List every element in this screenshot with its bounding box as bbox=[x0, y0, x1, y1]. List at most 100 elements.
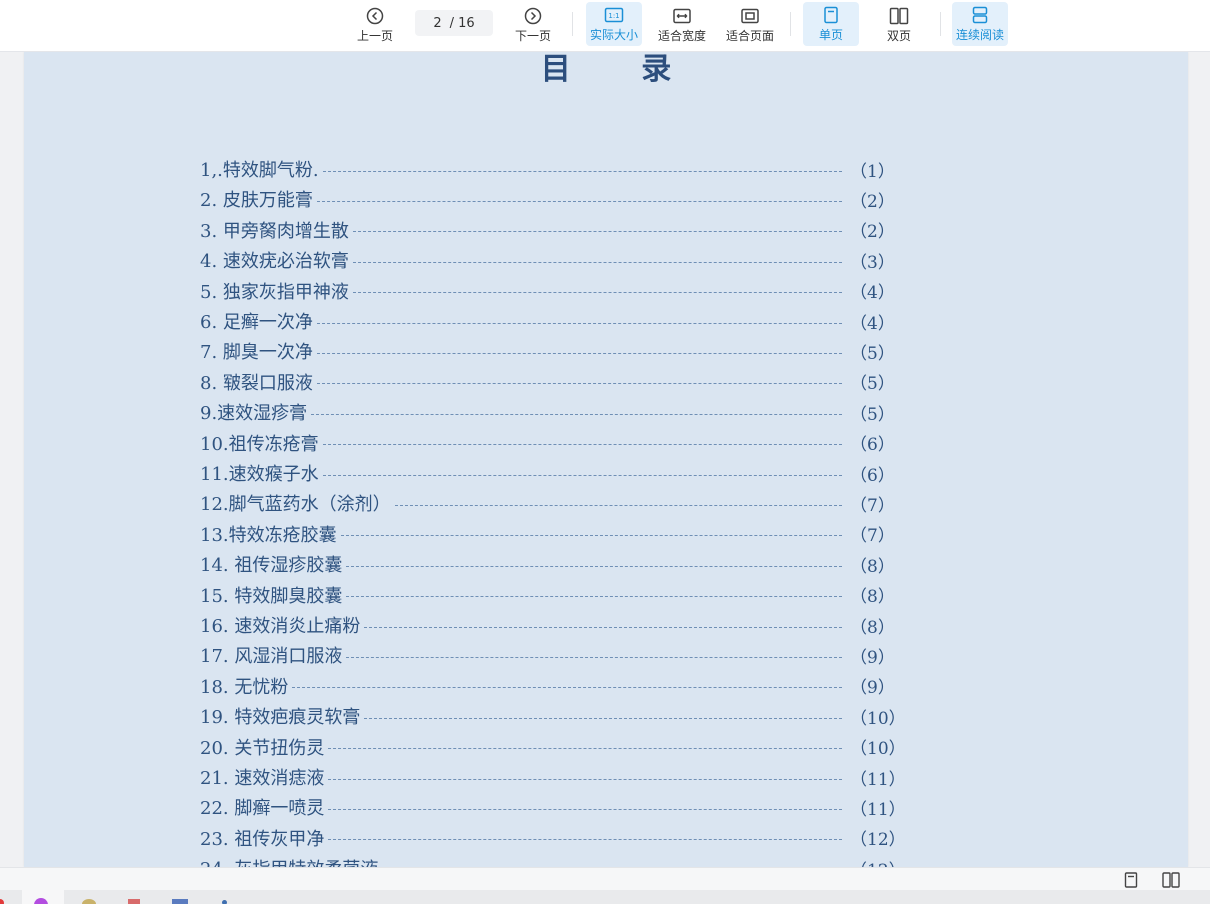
toc-dotted-leader bbox=[352, 261, 842, 263]
taskbar-app-icon[interactable] bbox=[68, 890, 110, 904]
toc-dotted-leader bbox=[316, 322, 842, 324]
toc-entry-title: 9.速效湿疹膏 bbox=[200, 403, 308, 425]
toc-entry-page: （5） bbox=[850, 374, 895, 395]
toc-entry-page: （6） bbox=[850, 435, 895, 456]
toc-entry[interactable]: 22. 脚癣一喷灵 （11） bbox=[200, 794, 906, 820]
toc-entry-page: （4） bbox=[850, 313, 895, 334]
fit-page-button[interactable]: 适合页面 bbox=[722, 0, 778, 50]
toc-entry-page: （8） bbox=[850, 556, 895, 577]
toc-entry[interactable]: 8. 皲裂口服液 （5） bbox=[200, 369, 900, 395]
prev-page-button[interactable]: 上一页 bbox=[350, 0, 400, 50]
prev-page-label: 上一页 bbox=[356, 29, 393, 43]
taskbar-app-icon[interactable] bbox=[114, 890, 156, 904]
toc-entry-page: （12） bbox=[850, 856, 906, 867]
toc-entry-title: 22. 脚癣一喷灵 bbox=[200, 798, 325, 820]
toc-dotted-leader bbox=[322, 474, 842, 476]
toc-entry-page: （8） bbox=[850, 587, 895, 608]
toc-entry-title: 23. 祖传灰甲净 bbox=[200, 828, 325, 850]
single-page-view-icon[interactable] bbox=[1122, 871, 1140, 889]
double-page-view-icon[interactable] bbox=[1161, 871, 1180, 889]
toc-entry[interactable]: 23. 祖传灰甲净 （12） bbox=[200, 825, 906, 851]
next-page-button[interactable]: 下一页 bbox=[508, 0, 558, 50]
toc-entry-page: （6） bbox=[850, 465, 895, 486]
toc-entry-title: 4. 速效疣必治软膏 bbox=[200, 251, 349, 273]
toc-dotted-leader bbox=[340, 535, 842, 537]
toc-entry[interactable]: 2. 皮肤万能膏 （2） bbox=[200, 186, 900, 212]
actual-size-button[interactable]: 1:1 实际大小 bbox=[586, 2, 642, 46]
toc-entry-page: （2） bbox=[850, 191, 895, 212]
taskbar-app-icon[interactable] bbox=[160, 890, 202, 904]
toc-entry[interactable]: 19. 特效疤痕灵软膏 （10） bbox=[200, 703, 906, 729]
toc-entry-title: 10.祖传冻疮膏 bbox=[200, 433, 319, 455]
fit-width-button[interactable]: 适合宽度 bbox=[654, 0, 710, 50]
toc-entry-title: 13.特效冻疮胶囊 bbox=[200, 524, 337, 546]
page-indicator[interactable]: 2 / 16 bbox=[415, 10, 493, 36]
double-page-button[interactable]: 双页 bbox=[871, 0, 927, 50]
toc-dotted-leader bbox=[322, 444, 842, 446]
toc-entry-page: （3） bbox=[850, 252, 895, 273]
toc-entry[interactable]: 11.速效瘊子水 （6） bbox=[200, 460, 900, 486]
toc-entry-title: 3. 甲旁胬肉增生散 bbox=[200, 220, 349, 242]
toc-dotted-leader bbox=[352, 231, 842, 233]
taskbar-app-icon[interactable] bbox=[206, 890, 248, 904]
toc-entry-page: （8） bbox=[850, 617, 895, 638]
toc-entry[interactable]: 24. 灰指甲特效柔菌液 （12） bbox=[200, 855, 906, 867]
toc-entry[interactable]: 4. 速效疣必治软膏 （3） bbox=[200, 247, 900, 273]
fit-width-icon bbox=[672, 6, 692, 26]
toc-entry-title: 19. 特效疤痕灵软膏 bbox=[200, 707, 361, 729]
toc-dotted-leader bbox=[364, 717, 842, 719]
toc-dotted-leader bbox=[346, 656, 842, 658]
current-page-input[interactable]: 2 bbox=[433, 16, 441, 31]
toc-entry[interactable]: 21. 速效消痣液 （11） bbox=[200, 764, 906, 790]
toc-entry[interactable]: 1,.特效脚气粉. （1） bbox=[200, 156, 900, 182]
toc-entry[interactable]: 9.速效湿疹膏 （5） bbox=[200, 399, 900, 425]
toc-entry[interactable]: 16. 速效消炎止痛粉 （8） bbox=[200, 612, 900, 638]
toc-entry[interactable]: 12.脚气蓝药水（涂剂） （7） bbox=[200, 490, 900, 516]
toc-entry[interactable]: 13.特效冻疮胶囊 （7） bbox=[200, 521, 900, 547]
toc-entry[interactable]: 3. 甲旁胬肉增生散 （2） bbox=[200, 217, 900, 243]
continuous-reading-button[interactable]: 连续阅读 bbox=[952, 2, 1008, 46]
toc-entry-page: （10） bbox=[850, 739, 906, 760]
toc-entry[interactable]: 5. 独家灰指甲神液 （4） bbox=[200, 278, 900, 304]
toc-entry-title: 2. 皮肤万能膏 bbox=[200, 190, 313, 212]
toc-entry[interactable]: 7. 脚臭一次净 （5） bbox=[200, 338, 900, 364]
toolbar-divider bbox=[790, 12, 791, 36]
toc-dotted-leader bbox=[346, 596, 842, 598]
toc-dotted-leader bbox=[328, 839, 842, 841]
single-page-label: 单页 bbox=[818, 28, 843, 42]
toc-entry[interactable]: 15. 特效脚臭胶囊 （8） bbox=[200, 582, 900, 608]
toc-entry[interactable]: 6. 足癣一次净 （4） bbox=[200, 308, 900, 334]
toc-entry[interactable]: 14. 祖传湿疹胶囊 （8） bbox=[200, 551, 900, 577]
toc-dotted-leader bbox=[328, 778, 842, 780]
toc-entry[interactable]: 18. 无忧粉 （9） bbox=[200, 673, 900, 699]
toc-dotted-leader bbox=[346, 565, 842, 567]
toc-dotted-leader bbox=[311, 413, 842, 415]
chevron-left-circle-icon bbox=[365, 6, 385, 26]
toc-dotted-leader bbox=[328, 808, 842, 810]
toc-entry-title: 6. 足癣一次净 bbox=[200, 312, 313, 333]
toc-entry-title: 8. 皲裂口服液 bbox=[200, 372, 313, 394]
total-pages-label: / 16 bbox=[449, 15, 475, 31]
toc-dotted-leader bbox=[352, 292, 842, 294]
toc-dotted-leader bbox=[328, 748, 842, 750]
chevron-right-circle-icon bbox=[523, 6, 543, 26]
single-page-button[interactable]: 单页 bbox=[803, 2, 859, 46]
toc-entry-title: 18. 无忧粉 bbox=[200, 676, 289, 698]
taskbar-app-icon[interactable] bbox=[22, 890, 64, 904]
toc-entry-page: （9） bbox=[850, 678, 895, 699]
toc-entry[interactable]: 17. 风湿消口服液 （9） bbox=[200, 642, 900, 668]
toc-entry-page: （10） bbox=[850, 708, 906, 729]
toc-entry[interactable]: 10.祖传冻疮膏 （6） bbox=[200, 430, 900, 456]
toc-entry-page: （4） bbox=[850, 283, 895, 304]
toc-entry-title: 16. 速效消炎止痛粉 bbox=[200, 616, 361, 637]
fit-page-label: 适合页面 bbox=[725, 29, 774, 43]
toc-entry-title: 21. 速效消痣液 bbox=[200, 768, 325, 789]
toc-entry-title: 17. 风湿消口服液 bbox=[200, 646, 343, 668]
document-page: 目 录 1,.特效脚气粉. （1） 2. 皮肤万能膏 （2） 3. 甲旁胬肉增生散 （2）… bbox=[24, 52, 1188, 867]
status-bar bbox=[0, 867, 1210, 890]
toc-entry[interactable]: 20. 关节扭伤灵 （10） bbox=[200, 734, 906, 760]
double-page-label: 双页 bbox=[886, 29, 911, 43]
double-page-icon bbox=[889, 6, 909, 26]
toc-entry-page: （7） bbox=[850, 495, 895, 516]
toc-entry-title: 15. 特效脚臭胶囊 bbox=[200, 585, 343, 607]
